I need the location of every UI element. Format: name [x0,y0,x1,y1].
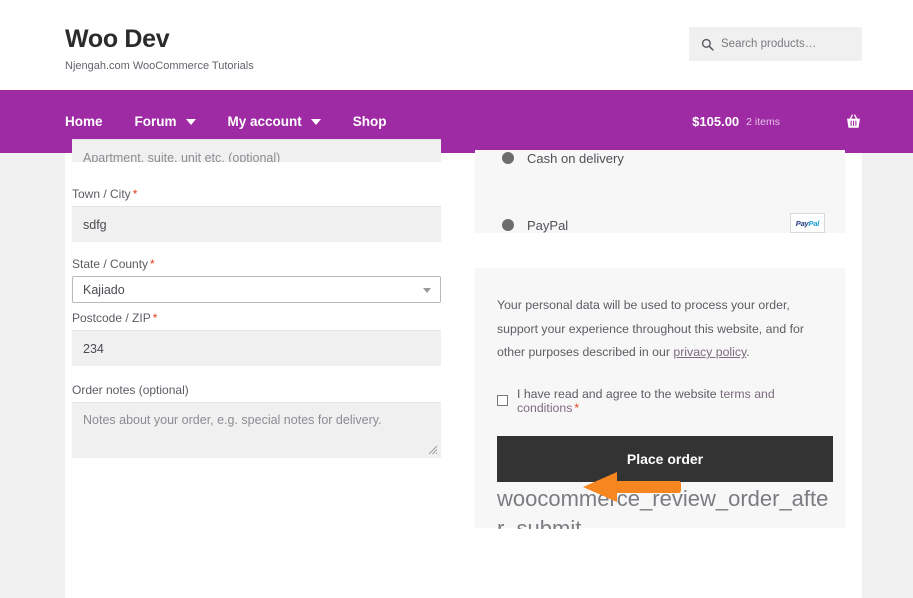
privacy-notice-text-after: . [746,345,750,360]
postcode-zip-input[interactable] [72,330,441,366]
site-tagline: Njengah.com WooCommerce Tutorials [65,59,254,72]
required-asterisk: * [574,400,580,415]
terms-text-before: I have read and agree to the website [517,386,721,401]
apartment-input[interactable] [72,139,441,162]
postcode-zip-label: Postcode / ZIP * [72,311,441,325]
site-branding: Woo Dev Njengah.com WooCommerce Tutorial… [65,25,254,73]
terms-text: I have read and agree to the website ter… [517,387,823,415]
state-county-field-block: State / County * Kajiado [72,257,441,303]
cart-item-count: 2 items [746,115,780,128]
terms-checkbox[interactable] [497,395,508,407]
nav-item-my-account[interactable]: My account [228,114,321,129]
nav-item-label: My account [227,114,302,129]
required-asterisk: * [150,257,155,271]
site-header: Woo Dev Njengah.com WooCommerce Tutorial… [0,0,913,90]
search-icon [701,38,714,51]
cart-summary[interactable]: $105.00 2 items [692,90,862,153]
state-county-label-text: State / County [72,257,149,271]
radio-icon[interactable] [502,219,514,231]
postcode-zip-label-text: Postcode / ZIP [72,311,151,325]
privacy-notice-text-before: Your personal data will be used to proce… [497,298,804,360]
state-county-select[interactable]: Kajiado [72,276,441,303]
nav-item-forum[interactable]: Forum [135,114,196,129]
payment-option-paypal[interactable]: PayPal PayPal [475,212,845,233]
site-title: Woo Dev [65,25,170,53]
radio-icon[interactable] [502,152,514,164]
town-city-label-text: Town / City [72,187,131,201]
chevron-down-icon [310,118,321,125]
order-notes-label: Order notes (optional) [72,383,189,397]
place-order-button[interactable]: Place order [497,435,833,482]
state-county-label: State / County * [72,257,441,271]
town-city-field-block: Town / City * [72,187,441,242]
town-city-label: Town / City * [72,187,441,201]
paypal-logo-icon: PayPal [790,213,825,233]
order-notes-textarea[interactable] [72,402,441,458]
nav-item-home[interactable]: Home [65,114,103,129]
nav-item-label: Shop [352,114,387,129]
nav-item-label: Home [65,114,103,129]
shopping-basket-icon[interactable] [845,113,862,130]
checkout-page: Woo Dev Njengah.com WooCommerce Tutorial… [0,0,913,598]
payment-option-label: PayPal [527,217,569,233]
postcode-zip-field-block: Postcode / ZIP * [72,311,441,366]
town-city-input[interactable] [72,206,441,242]
payment-option-cash-on-delivery[interactable]: Cash on delivery [475,150,845,171]
chevron-down-icon [423,288,431,293]
chevron-down-icon [185,118,196,125]
state-county-selected-value: Kajiado [83,282,125,297]
content-bottom-spacer [65,529,862,598]
privacy-policy-link[interactable]: privacy policy [673,345,746,359]
product-search-box[interactable] [689,27,862,61]
cart-total-amount: $105.00 [692,114,740,129]
terms-acceptance-row[interactable]: I have read and agree to the website ter… [497,387,823,415]
apartment-field-block [72,139,441,162]
required-asterisk: * [152,311,158,325]
required-asterisk: * [132,187,138,201]
order-review-submit-panel: Your personal data will be used to proce… [475,268,845,541]
order-notes-field-block: Order notes (optional) [72,383,441,458]
privacy-notice: Your personal data will be used to proce… [497,294,823,365]
nav-item-label: Forum [134,114,177,129]
search-input[interactable] [721,38,856,50]
nav-item-shop[interactable]: Shop [353,114,387,129]
payment-option-label: Cash on delivery [527,150,624,166]
payment-methods-panel: Cash on delivery PayPal PayPal [475,150,845,233]
